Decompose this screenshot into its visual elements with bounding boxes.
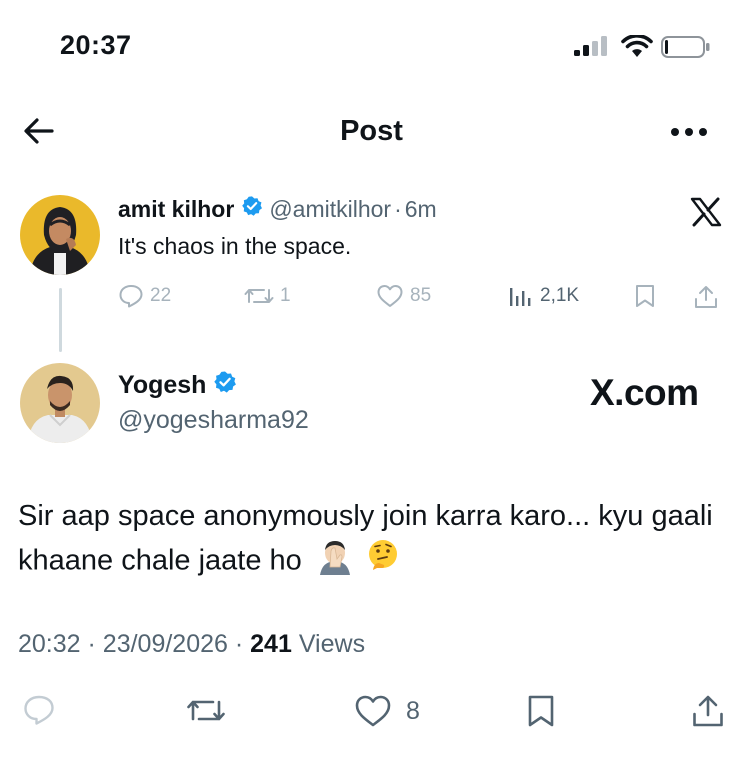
heart-icon: [355, 695, 391, 727]
wifi-icon: [621, 34, 653, 64]
repost-button[interactable]: 1: [244, 284, 291, 308]
reply-icon: [24, 695, 54, 725]
avatar[interactable]: [20, 195, 100, 275]
bookmark-button[interactable]: [526, 694, 556, 728]
repost-icon: [187, 700, 225, 721]
reply-button[interactable]: 22: [118, 284, 171, 308]
battery-icon: [661, 36, 711, 63]
avatar[interactable]: [20, 363, 100, 443]
author-handle[interactable]: @yogesharma92: [118, 406, 309, 435]
like-button[interactable]: 85: [376, 284, 431, 308]
post-time: 20:32: [18, 630, 81, 658]
share-icon: [695, 286, 717, 308]
more-options-icon[interactable]: [670, 125, 708, 143]
post-text: Sir aap space anonymously join karra kar…: [18, 496, 728, 587]
author-handle[interactable]: @amitkilhor: [269, 196, 391, 223]
tweet-text: It's chaos in the space.: [118, 233, 352, 259]
views-count: 241: [250, 630, 292, 658]
views-count: 2,1K: [540, 285, 580, 306]
separator-dot: ·: [87, 630, 103, 658]
analytics-icon: [510, 288, 531, 306]
share-button[interactable]: [693, 284, 719, 310]
author-name[interactable]: Yogesh: [118, 371, 206, 400]
heart-icon: [377, 285, 403, 307]
status-time: 20:37: [60, 30, 132, 60]
like-count: 85: [410, 285, 432, 306]
reply-button[interactable]: [22, 694, 56, 726]
verified-badge-icon: [213, 370, 237, 401]
separator-dot: ·: [234, 630, 251, 658]
reply-icon: [119, 285, 143, 308]
reply-count: 22: [150, 285, 172, 306]
post-age: 6m: [404, 195, 437, 222]
repost-count: 1: [280, 285, 291, 306]
thinking-face-emoji-icon: [364, 537, 402, 587]
thread-connector: [59, 288, 62, 352]
views-label: Views: [298, 630, 366, 658]
repost-button[interactable]: [186, 694, 226, 726]
author-name[interactable]: amit kilhor: [118, 196, 234, 223]
like-count: 8: [406, 697, 420, 725]
x-com-watermark: X.com: [590, 372, 699, 413]
reply-author: Yogesh: [118, 370, 243, 401]
post-meta: 20:32 · 23/09/2026 · 241 Views: [18, 630, 365, 659]
bookmark-icon: [636, 285, 654, 307]
share-button[interactable]: [691, 694, 725, 728]
separator-dot: ·: [394, 195, 402, 222]
views-button[interactable]: 2,1K: [508, 284, 579, 308]
x-logo-icon: [690, 197, 722, 232]
tweet-header: amit kilhor @amitkilhor · 6m: [118, 195, 437, 223]
post-date: 23/09/2026: [102, 630, 228, 658]
share-icon: [693, 695, 723, 727]
signal-icon: [574, 36, 610, 63]
repost-icon: [244, 289, 274, 303]
bookmark-button[interactable]: [634, 284, 656, 308]
facepalm-emoji-icon: [316, 537, 354, 587]
verified-badge-icon: [241, 195, 263, 223]
like-button[interactable]: [354, 694, 392, 728]
page-title: Post: [340, 115, 403, 147]
bookmark-icon: [528, 695, 554, 727]
